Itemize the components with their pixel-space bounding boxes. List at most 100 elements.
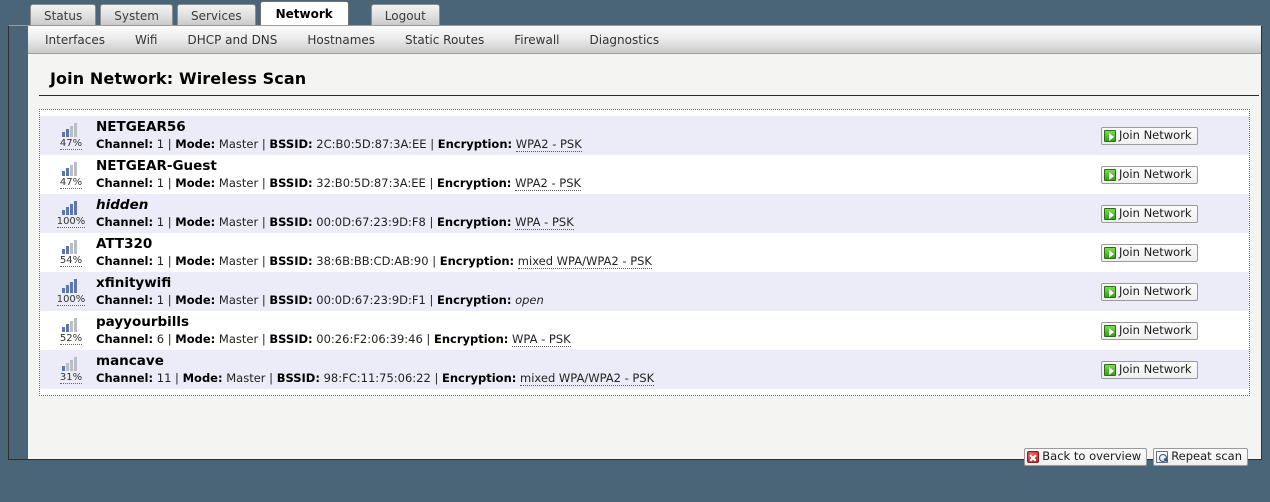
join-network-label: Join Network: [1119, 166, 1192, 181]
network-info: NETGEAR56 Channel: 1 | Mode: Master | BSS…: [86, 119, 1101, 152]
network-meta: Channel: 1 | Mode: Master | BSSID: 00:0D…: [96, 293, 544, 307]
mode-value: Master: [218, 215, 259, 229]
back-to-overview-button[interactable]: Back to overview: [1024, 448, 1148, 466]
subnav-item-wifi[interactable]: Wifi: [135, 33, 158, 47]
join-network-label: Join Network: [1119, 205, 1192, 220]
encryption-label: Encryption:: [433, 332, 509, 346]
signal-bars-icon: [62, 278, 80, 293]
mode-label: Mode:: [175, 293, 216, 307]
tab-network[interactable]: Network: [259, 1, 349, 26]
bssid-value: 00:0D:67:23:9D:F1: [316, 293, 426, 307]
signal-cell: 52%: [40, 317, 86, 345]
network-row: 100% xfinitywifi Channel: 1 | Mode: Master…: [40, 272, 1249, 311]
network-ssid: NETGEAR-Guest: [96, 158, 217, 174]
browser-page: Status System Services Network Logout Interf…: [0, 0, 1270, 502]
tab-status[interactable]: Status: [30, 4, 97, 26]
primary-tab-bar: Status System Services Network Logout: [0, 0, 1270, 26]
bssid-label: BSSID:: [276, 371, 320, 385]
network-row: 54% ATT320 Channel: 1 | Mode: Master | BSS…: [40, 233, 1249, 272]
channel-value: 1: [156, 137, 165, 151]
play-arrow-icon: [1104, 168, 1116, 181]
network-ssid: ATT320: [96, 236, 153, 252]
encryption-value: mixed WPA/WPA2 - PSK: [517, 254, 652, 269]
network-row: 52% payyourbills Channel: 6 | Mode: Master…: [40, 311, 1249, 350]
subnav-item-interfaces[interactable]: Interfaces: [45, 33, 105, 47]
tab-system[interactable]: System: [100, 4, 173, 26]
encryption-value: open: [515, 293, 544, 307]
join-network-button[interactable]: Join Network: [1101, 204, 1198, 223]
subnav-item-firewall[interactable]: Firewall: [514, 33, 559, 47]
repeat-scan-label: Repeat scan: [1171, 449, 1242, 464]
encryption-value: WPA2 - PSK: [515, 176, 582, 191]
encryption-value: WPA - PSK: [515, 215, 574, 230]
content-sheet: Interfaces Wifi DHCP and DNS Hostnames Stati…: [8, 25, 1262, 466]
play-arrow-icon: [1104, 324, 1116, 337]
network-info: NETGEAR-Guest Channel: 1 | Mode: Master |…: [86, 158, 1101, 191]
mode-value: Master: [218, 176, 259, 190]
tab-services[interactable]: Services: [177, 4, 256, 26]
network-info: hidden Channel: 1 | Mode: Master | BSSID:…: [86, 197, 1101, 230]
play-arrow-icon: [1104, 363, 1116, 376]
join-network-button[interactable]: Join Network: [1101, 282, 1198, 301]
network-row: 47% NETGEAR-Guest Channel: 1 | Mode: Maste…: [40, 155, 1249, 194]
tab-logout[interactable]: Logout: [370, 4, 440, 26]
mode-value: Master: [218, 332, 259, 346]
signal-bars-icon: [62, 317, 80, 332]
channel-value: 1: [156, 293, 165, 307]
encryption-value: WPA - PSK: [512, 332, 571, 347]
bssid-value: 00:26:F2:06:39:46: [316, 332, 423, 346]
join-network-button[interactable]: Join Network: [1101, 360, 1198, 379]
mode-label: Mode:: [175, 176, 216, 190]
join-network-button[interactable]: Join Network: [1101, 126, 1198, 145]
channel-value: 6: [156, 332, 165, 346]
subnav-item-diagnostics[interactable]: Diagnostics: [590, 33, 660, 47]
action-cell: Join Network: [1101, 243, 1249, 262]
network-row: 31% mancave Channel: 11 | Mode: Master | B…: [40, 350, 1249, 389]
left-rail: [9, 26, 28, 459]
signal-cell: 54%: [40, 239, 86, 267]
join-network-button[interactable]: Join Network: [1101, 243, 1198, 262]
tab-label: Logout: [384, 8, 426, 23]
channel-label: Channel:: [96, 371, 154, 385]
channel-value: 11: [156, 371, 172, 385]
signal-cell: 47%: [40, 161, 86, 189]
wireless-scan-list: 47% NETGEAR56 Channel: 1 | Mode: Master | …: [39, 109, 1250, 396]
signal-percent: 54%: [59, 254, 83, 267]
bssid-value: 2C:B0:5D:87:3A:EE: [316, 137, 427, 151]
mode-value: Master: [226, 371, 266, 385]
encryption-label: Encryption:: [439, 254, 515, 268]
signal-cell: 47%: [40, 122, 86, 150]
network-row: 47% NETGEAR56 Channel: 1 | Mode: Master | …: [40, 116, 1249, 155]
bssid-label: BSSID:: [269, 254, 313, 268]
signal-bars-icon: [62, 239, 80, 254]
channel-value: 1: [156, 215, 165, 229]
play-arrow-icon: [1104, 129, 1116, 142]
action-cell: Join Network: [1101, 360, 1249, 379]
network-ssid: hidden: [96, 197, 149, 213]
subnav-item-static-routes[interactable]: Static Routes: [405, 33, 484, 47]
bssid-label: BSSID:: [269, 137, 313, 151]
subnav-item-hostnames[interactable]: Hostnames: [307, 33, 375, 47]
signal-bars-icon: [62, 161, 80, 176]
page-title: Join Network: Wireless Scan: [39, 55, 1259, 96]
signal-percent: 100%: [56, 293, 86, 306]
channel-label: Channel:: [96, 254, 154, 268]
encryption-label: Encryption:: [437, 137, 513, 151]
encryption-label: Encryption:: [437, 215, 512, 229]
repeat-scan-button[interactable]: Repeat scan: [1153, 448, 1248, 466]
mode-label: Mode:: [175, 215, 216, 229]
tab-label: System: [114, 8, 159, 23]
play-arrow-icon: [1104, 207, 1116, 220]
channel-value: 1: [156, 254, 165, 268]
subnav-item-dhcp-and-dns[interactable]: DHCP and DNS: [187, 33, 277, 47]
network-info: mancave Channel: 11 | Mode: Master | BSSI…: [86, 353, 1101, 386]
network-info: payyourbills Channel: 6 | Mode: Master | …: [86, 314, 1101, 347]
bssid-value: 32:B0:5D:87:3A:EE: [316, 176, 426, 190]
join-network-button[interactable]: Join Network: [1101, 321, 1198, 340]
body-area: Join Network: Wireless Scan 47% NETGEAR56…: [28, 55, 1261, 466]
mode-label: Mode:: [175, 332, 216, 346]
network-meta: Channel: 1 | Mode: Master | BSSID: 32:B0…: [96, 176, 582, 191]
join-network-button[interactable]: Join Network: [1101, 165, 1198, 184]
signal-bars-icon: [62, 356, 80, 371]
network-info: ATT320 Channel: 1 | Mode: Master | BSSID:…: [86, 236, 1101, 269]
